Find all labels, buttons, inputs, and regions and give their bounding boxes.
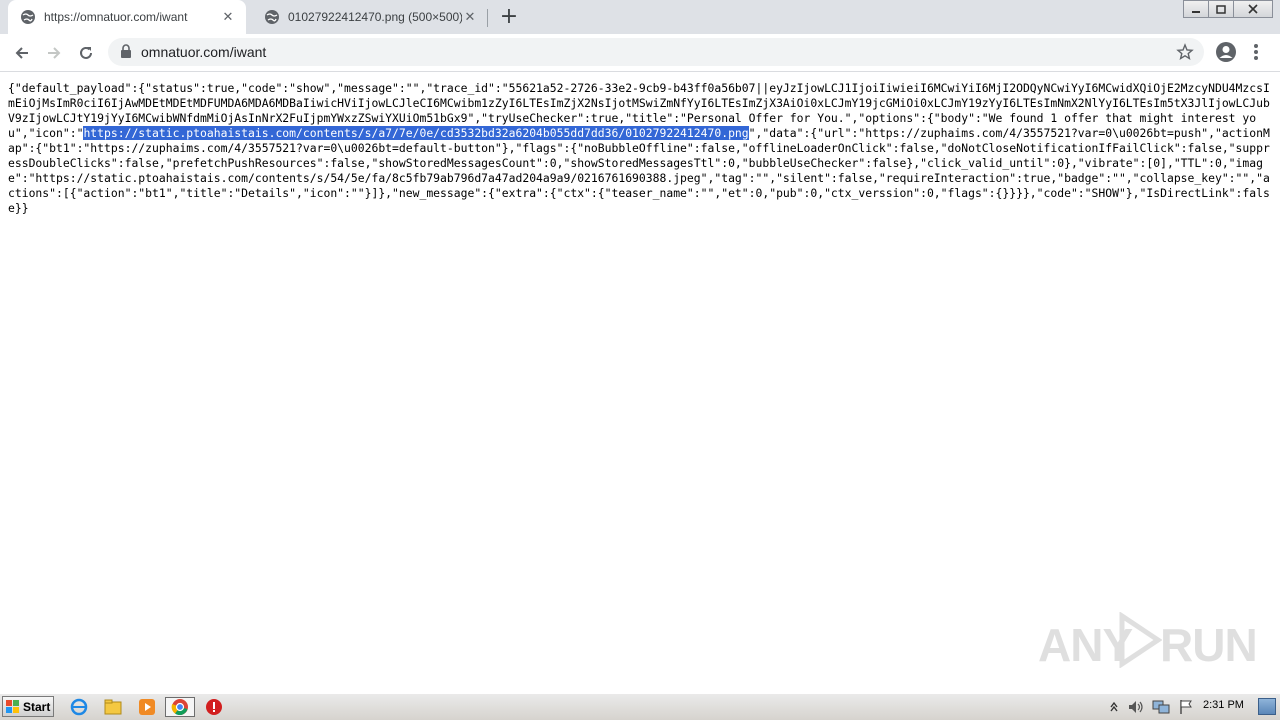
close-window-button[interactable] (1233, 0, 1273, 18)
tray-expand-icon (1110, 701, 1118, 712)
tab-title: 01027922412470.png (500×500) (288, 10, 462, 24)
play-logo-icon (1119, 612, 1162, 668)
tab-title: https://omnatuor.com/iwant (44, 10, 188, 24)
maximize-button[interactable] (1208, 0, 1234, 18)
action-center-flag-icon (1180, 700, 1192, 714)
tab-omnatuor[interactable]: https://omnatuor.com/iwant ✕ (8, 0, 246, 34)
new-tab-button[interactable]: + (498, 6, 520, 28)
account-icon[interactable] (1214, 40, 1238, 64)
json-response-text: {"default_payload":{"status":true,"code"… (8, 81, 1273, 216)
show-desktop-button[interactable] (1258, 698, 1276, 715)
clock[interactable]: 2:31 PM (1203, 699, 1244, 711)
tab-strip: https://omnatuor.com/iwant ✕ 01027922412… (0, 0, 1280, 34)
watermark-right: RUN (1160, 619, 1258, 671)
selected-icon-url[interactable]: https://static.ptoahaistais.com/contents… (83, 126, 749, 140)
anyrun-watermark: ANY RUN (1038, 608, 1258, 671)
reload-icon (80, 46, 92, 59)
address-bar[interactable]: omnatuor.com/iwant (108, 38, 1204, 66)
start-label: Start (23, 699, 51, 714)
network-icon (1152, 700, 1170, 714)
reload-button[interactable] (73, 40, 99, 66)
address-text[interactable]: omnatuor.com/iwant (141, 44, 266, 60)
chrome-taskbar-icon[interactable] (165, 697, 195, 717)
media-player-icon[interactable] (136, 697, 158, 717)
taskbar: Start 2:31 PM (0, 693, 1280, 720)
windows-logo-icon (6, 699, 19, 713)
globe-icon (264, 9, 280, 25)
lock-icon[interactable] (120, 44, 132, 63)
tab-png[interactable]: 01027922412470.png (500×500) ✕ (252, 0, 488, 34)
back-button[interactable] (9, 40, 35, 66)
forward-button[interactable] (41, 40, 67, 66)
globe-icon (20, 9, 36, 25)
folder-icon[interactable] (102, 697, 124, 717)
arrow-right-icon (48, 47, 61, 59)
stop-sign-icon[interactable] (203, 697, 225, 717)
minimize-button[interactable] (1183, 0, 1209, 18)
close-tab-icon[interactable]: ✕ (220, 9, 236, 25)
internet-explorer-icon[interactable] (68, 697, 90, 717)
tab-separator (487, 9, 488, 27)
menu-dots-icon[interactable] (1250, 42, 1262, 62)
close-tab-icon[interactable]: ✕ (462, 9, 478, 25)
speaker-icon (1129, 701, 1143, 713)
arrow-left-icon (15, 47, 28, 59)
start-button[interactable]: Start (2, 696, 54, 717)
star-icon[interactable] (1176, 43, 1194, 65)
